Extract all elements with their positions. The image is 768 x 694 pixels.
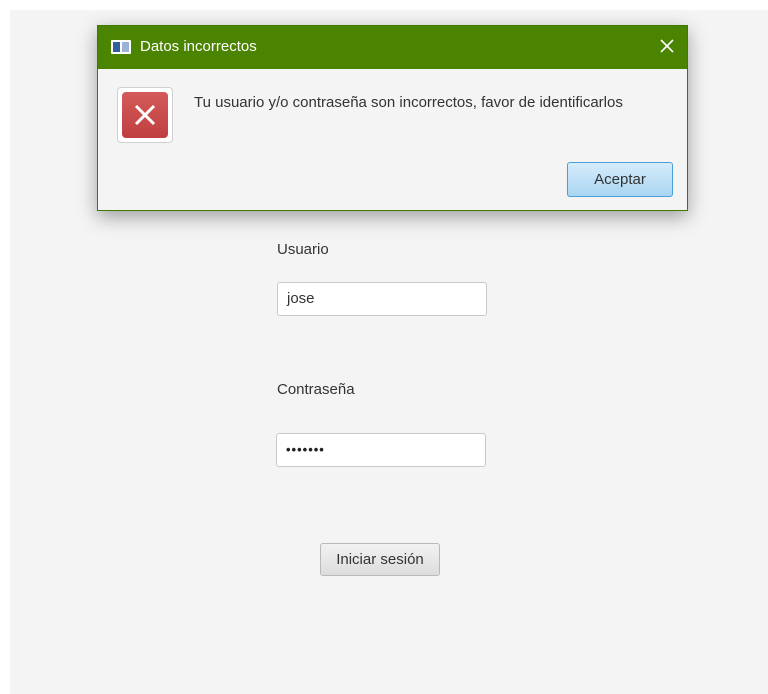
dialog-titlebar[interactable]: Datos incorrectos [98, 26, 687, 69]
app-window-icon [111, 40, 131, 54]
error-x-icon [117, 87, 173, 143]
password-label: Contraseña [277, 381, 355, 398]
login-button[interactable]: Iniciar sesión [320, 543, 440, 576]
accept-button[interactable]: Aceptar [567, 162, 673, 197]
username-label: Usuario [277, 241, 329, 258]
error-dialog: Datos incorrectos Tu usuario y/o contras… [97, 25, 688, 211]
username-field[interactable]: jose [277, 282, 487, 316]
dialog-title: Datos incorrectos [140, 38, 257, 55]
dialog-message: Tu usuario y/o contraseña son incorrecto… [194, 94, 623, 111]
close-icon[interactable] [656, 35, 678, 57]
password-field[interactable]: ••••••• [276, 433, 486, 467]
